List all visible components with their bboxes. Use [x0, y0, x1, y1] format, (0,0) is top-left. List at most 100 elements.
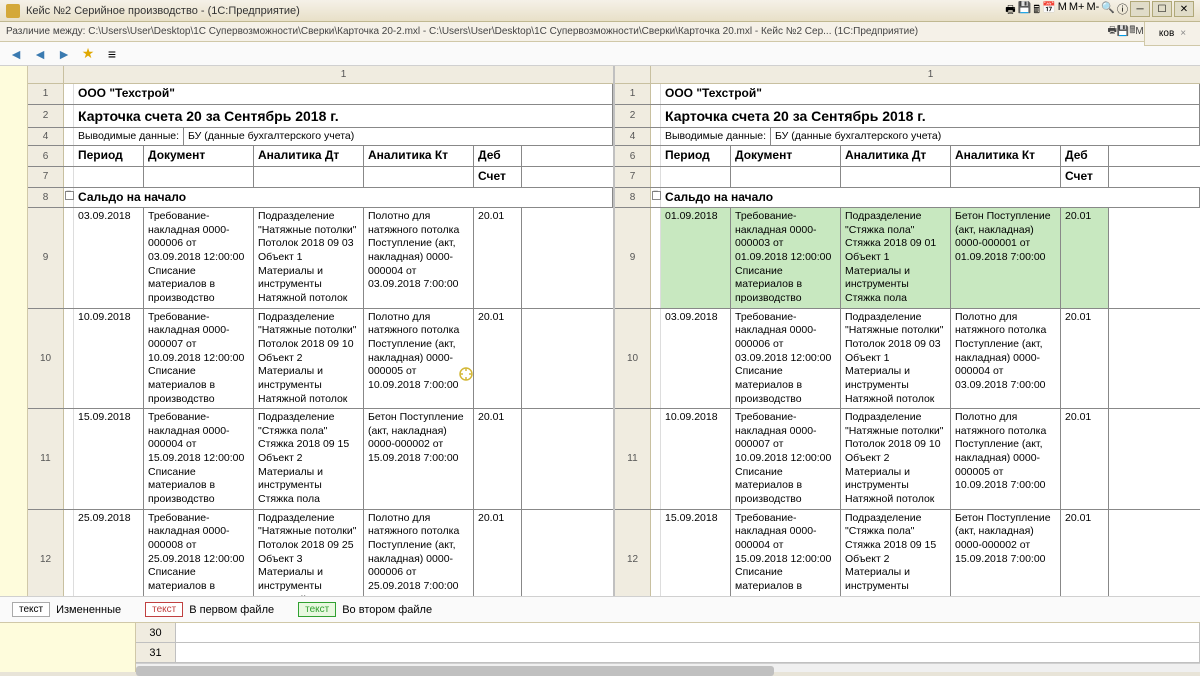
nav-back2-icon[interactable]: ◄ [30, 44, 50, 64]
left-data-row[interactable]: 1225.09.2018Требование-накладная 0000-00… [28, 510, 613, 596]
cell-debit: 20.01 [474, 510, 522, 596]
cell-analytics-dt: Подразделение "Натяжные потолки" Потолок… [841, 409, 951, 508]
side-tab[interactable]: ков × [1144, 22, 1200, 46]
side-tab-label: ков [1159, 28, 1174, 39]
right-scroll[interactable]: 1ООО "Техстрой" 2Карточка счета 20 за Се… [615, 84, 1200, 596]
hdr-period-r: Период [661, 146, 731, 166]
toolbar-m-label[interactable]: M [1058, 1, 1067, 20]
hdr-deb: Деб [474, 146, 522, 166]
cell-document: Требование-накладная 0000-000003 от 01.0… [731, 208, 841, 307]
toolbar-mminus-label[interactable]: M- [1086, 1, 1099, 20]
toolbar-calendar-icon[interactable]: 📅 [1042, 1, 1056, 20]
maximize-button[interactable]: ☐ [1152, 1, 1172, 17]
sub-titlebar: Различие между: C:\Users\User\Desktop\1С… [0, 22, 1200, 42]
cell-analytics-kt: Полотно для натяжного потолка Поступлени… [951, 409, 1061, 508]
cell-period: 10.09.2018 [74, 309, 144, 408]
diff-gutter [64, 309, 74, 408]
cell-analytics-kt: Полотно для натяжного потолка Поступлени… [364, 309, 474, 408]
cell-period: 15.09.2018 [661, 510, 731, 596]
legend-swatch-second: текст [298, 602, 336, 617]
row-number: 11 [28, 409, 64, 508]
bottom-row-31: 31 [136, 643, 176, 662]
cell-period: 03.09.2018 [661, 309, 731, 408]
hdr-an-kt-r: Аналитика Кт [951, 146, 1061, 166]
favorite-icon[interactable]: ★ [78, 44, 98, 64]
cell-debit: 20.01 [1061, 409, 1109, 508]
cell-debit: 20.01 [474, 309, 522, 408]
hdr-an-kt: Аналитика Кт [364, 146, 474, 166]
toolbar-save-icon[interactable]: 💾 [1018, 1, 1032, 20]
col-header-1: 1 [74, 66, 613, 83]
output-label-r: Выводимые данные: [661, 128, 771, 146]
cell-debit: 20.01 [474, 208, 522, 307]
toolbar-info-icon[interactable]: ⓘ [1117, 1, 1128, 20]
left-data-row[interactable]: 1010.09.2018Требование-накладная 0000-00… [28, 309, 613, 409]
cell-debit: 20.01 [1061, 510, 1109, 596]
left-data-row[interactable]: 1115.09.2018Требование-накладная 0000-00… [28, 409, 613, 509]
toolbar-mplus-label[interactable]: M+ [1069, 1, 1085, 20]
cell-document: Требование-накладная 0000-000006 от 03.0… [144, 208, 254, 307]
bottom-row-30: 30 [136, 623, 176, 642]
cell-document: Требование-накладная 0000-000008 от 25.0… [144, 510, 254, 596]
org-name: ООО "Техстрой" [74, 84, 613, 104]
right-panel: 1 1ООО "Техстрой" 2Карточка счета 20 за … [615, 66, 1200, 596]
report-title: Карточка счета 20 за Сентябрь 2018 г. [74, 105, 613, 127]
cell-analytics-dt: Подразделение "Натяжные потолки" Потолок… [254, 510, 364, 596]
minimize-button[interactable]: ─ [1130, 1, 1150, 17]
legend-first: текст В первом файле [145, 602, 274, 617]
org-name-r: ООО "Техстрой" [661, 84, 1200, 104]
diff-gutter [651, 208, 661, 307]
right-data-row[interactable]: 1003.09.2018Требование-накладная 0000-00… [615, 309, 1200, 409]
right-data-row[interactable]: 1110.09.2018Требование-накладная 0000-00… [615, 409, 1200, 509]
sub-m[interactable]: M [1135, 26, 1143, 37]
toolbar-calc-icon[interactable]: 🖩 [1033, 1, 1040, 20]
left-column-header: 1 [28, 66, 613, 84]
cell-analytics-kt: Бетон Поступление (акт, накладная) 0000-… [951, 208, 1061, 307]
diff-gutter [651, 510, 661, 596]
cell-analytics-kt: Полотно для натяжного потолка Поступлени… [364, 208, 474, 307]
saldo-label: Сальдо на начало [74, 188, 613, 208]
close-button[interactable]: ✕ [1174, 1, 1194, 17]
bottom-scrollbar[interactable] [136, 663, 1200, 672]
legend-bar: текст Измененные текст В первом файле те… [0, 596, 1200, 622]
hdr-period: Период [74, 146, 144, 166]
legend-swatch-first: текст [145, 602, 183, 617]
hdr-an-dt-r: Аналитика Дт [841, 146, 951, 166]
diff-gutter [64, 208, 74, 307]
list-icon[interactable]: ≡ [102, 44, 122, 64]
output-label: Выводимые данные: [74, 128, 184, 146]
toolbar-print-icon[interactable]: 🖶 [1005, 1, 1015, 20]
left-panel: 1 1ООО "Техстрой" 2Карточка счета 20 за … [28, 66, 615, 596]
row-number: 9 [615, 208, 651, 307]
nav-fwd-icon[interactable]: ► [54, 44, 74, 64]
bottom-area: 30 31 [0, 622, 1200, 672]
hdr-schet: Счет [474, 167, 522, 187]
left-data-row[interactable]: 903.09.2018Требование-накладная 0000-000… [28, 208, 613, 308]
sub-save-icon[interactable]: 💾 [1117, 26, 1129, 37]
right-data-row[interactable]: 1215.09.2018Требование-накладная 0000-00… [615, 510, 1200, 596]
right-column-header: 1 [615, 66, 1200, 84]
row-number: 12 [28, 510, 64, 596]
bottom-grid[interactable]: 30 31 [136, 623, 1200, 672]
hdr-schet-r: Счет [1061, 167, 1109, 187]
cell-period: 01.09.2018 [661, 208, 731, 307]
cell-analytics-dt: Подразделение "Натяжные потолки" Потолок… [254, 208, 364, 307]
cell-document: Требование-накладная 0000-000007 от 10.0… [144, 309, 254, 408]
nav-back-icon[interactable]: ◄ [6, 44, 26, 64]
cell-analytics-dt: Подразделение "Натяжные потолки" Потолок… [841, 309, 951, 408]
cell-period: 03.09.2018 [74, 208, 144, 307]
toolbar-zoom-icon[interactable]: 🔍 [1101, 1, 1115, 20]
cell-period: 15.09.2018 [74, 409, 144, 508]
sub-print-icon[interactable]: 🖶 [1107, 23, 1116, 40]
cell-analytics-kt: Полотно для натяжного потолка Поступлени… [951, 309, 1061, 408]
col-header-1-r: 1 [661, 66, 1200, 83]
bottom-left-gutter [0, 623, 136, 672]
left-scroll[interactable]: 1ООО "Техстрой" 2Карточка счета 20 за Се… [28, 84, 613, 596]
cell-debit: 20.01 [1061, 208, 1109, 307]
output-value: БУ (данные бухгалтерского учета) [184, 128, 613, 146]
right-data-row[interactable]: 901.09.2018Требование-накладная 0000-000… [615, 208, 1200, 308]
main-titlebar: Кейс №2 Серийное производство - (1С:Пред… [0, 0, 1200, 22]
output-value-r: БУ (данные бухгалтерского учета) [771, 128, 1200, 146]
legend-swatch-changed: текст [12, 602, 50, 617]
side-tab-close-icon[interactable]: × [1180, 28, 1186, 39]
